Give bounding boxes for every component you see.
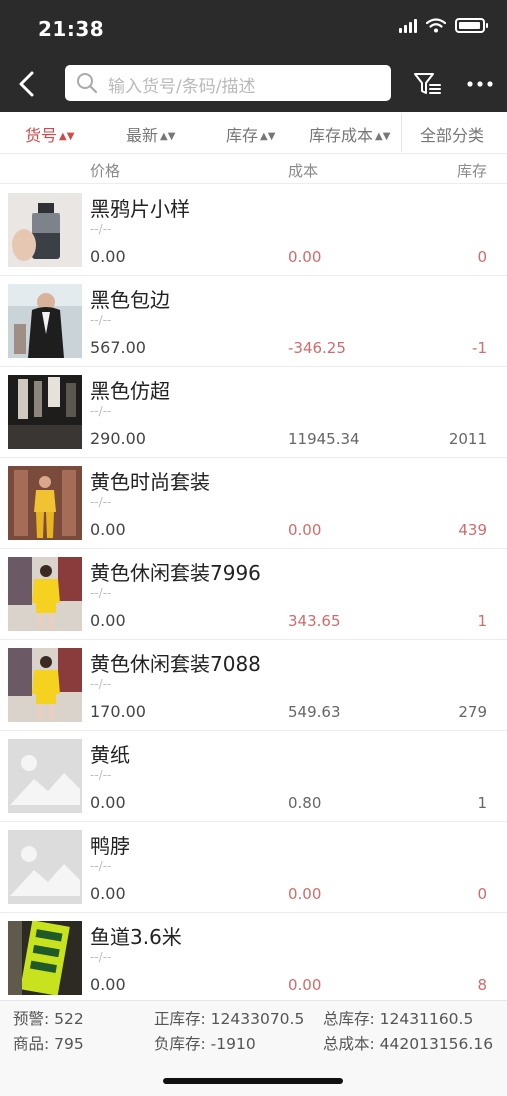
product-stock: -1 bbox=[472, 339, 487, 357]
more-icon[interactable] bbox=[463, 68, 497, 100]
product-price: 290.00 bbox=[90, 429, 146, 448]
filter-icon[interactable] bbox=[412, 68, 444, 100]
product-stock: 1 bbox=[477, 612, 487, 630]
product-spec: --/-- bbox=[90, 768, 112, 782]
nav-bar: 输入货号/条码/描述 bbox=[0, 56, 507, 112]
column-cost: 成本 bbox=[288, 162, 319, 180]
product-thumbnail bbox=[8, 648, 82, 722]
product-spec: --/-- bbox=[90, 950, 112, 964]
product-price: 0.00 bbox=[90, 520, 126, 539]
product-name: 黄色时尚套装 bbox=[90, 470, 210, 494]
status-bar: 21:38 bbox=[0, 0, 507, 56]
positive-stock: 正库存: 12433070.5 bbox=[154, 1010, 305, 1028]
product-spec: --/-- bbox=[90, 586, 112, 600]
search-placeholder: 输入货号/条码/描述 bbox=[108, 77, 256, 97]
product-list: 黑鸦片小样 --/-- 0.00 0.00 0 黑色包边 --/-- 567.00 -346.2… bbox=[0, 185, 507, 1004]
total-stock: 总库存: 12431160.5 bbox=[323, 1010, 474, 1028]
category-dropdown[interactable]: 全部分类 bbox=[420, 122, 484, 146]
sort-tab-stock[interactable]: 库存 ▲▼ bbox=[226, 122, 275, 146]
goods-count: 商品: 795 bbox=[13, 1035, 84, 1053]
product-row[interactable]: 黑色仿超 --/-- 290.00 11945.34 2011 bbox=[0, 367, 507, 458]
product-spec: --/-- bbox=[90, 313, 112, 327]
clock: 21:38 bbox=[38, 17, 105, 41]
product-spec: --/-- bbox=[90, 495, 112, 509]
product-cost: 0.00 bbox=[288, 248, 322, 266]
product-thumbnail bbox=[8, 921, 82, 995]
product-cost: 11945.34 bbox=[288, 430, 360, 448]
product-row[interactable]: 黄色时尚套装 --/-- 0.00 0.00 439 bbox=[0, 458, 507, 549]
product-stock: 1 bbox=[477, 794, 487, 812]
sort-bar: 货号 ▲▼ 最新 ▲▼ 库存 ▲▼ 库存成本 ▲▼ 全部分类 bbox=[0, 112, 507, 154]
product-spec: --/-- bbox=[90, 859, 112, 873]
product-stock: 279 bbox=[458, 703, 487, 721]
total-cost: 总成本: 442013156.16 bbox=[323, 1035, 494, 1053]
product-stock: 439 bbox=[458, 521, 487, 539]
sort-arrows-icon: ▲▼ bbox=[260, 131, 276, 142]
product-row[interactable]: 黄色休闲套装7996 --/-- 0.00 343.65 1 bbox=[0, 549, 507, 640]
product-name: 黑色仿超 bbox=[90, 379, 170, 403]
product-cost: 549.63 bbox=[288, 703, 341, 721]
product-name: 黄色休闲套装7088 bbox=[90, 652, 261, 676]
product-name: 鱼道3.6米 bbox=[90, 925, 182, 949]
product-stock: 0 bbox=[477, 885, 487, 903]
sort-tab-stock-cost[interactable]: 库存成本 ▲▼ bbox=[309, 122, 390, 146]
product-row[interactable]: 黄纸 --/-- 0.00 0.80 1 bbox=[0, 731, 507, 822]
product-stock: 8 bbox=[477, 976, 487, 994]
product-thumbnail bbox=[8, 739, 82, 813]
product-price: 0.00 bbox=[90, 247, 126, 266]
sort-arrows-icon: ▲▼ bbox=[375, 131, 391, 142]
product-name: 黄纸 bbox=[90, 743, 130, 767]
product-cost: 343.65 bbox=[288, 612, 341, 630]
home-indicator bbox=[163, 1078, 343, 1084]
product-thumbnail bbox=[8, 284, 82, 358]
back-arrow-icon[interactable] bbox=[12, 68, 44, 100]
product-cost: 0.80 bbox=[288, 794, 322, 812]
divider bbox=[401, 114, 402, 152]
product-row[interactable]: 鸭脖 --/-- 0.00 0.00 0 bbox=[0, 822, 507, 913]
sort-arrows-icon: ▲▼ bbox=[59, 131, 75, 142]
column-stock: 库存 bbox=[456, 162, 487, 180]
product-cost: 0.00 bbox=[288, 885, 322, 903]
sort-arrows-icon: ▲▼ bbox=[160, 131, 176, 142]
product-stock: 2011 bbox=[448, 430, 487, 448]
product-row[interactable]: 黑鸦片小样 --/-- 0.00 0.00 0 bbox=[0, 185, 507, 276]
product-spec: --/-- bbox=[90, 404, 112, 418]
product-price: 0.00 bbox=[90, 975, 126, 994]
product-price: 0.00 bbox=[90, 793, 126, 812]
warning-count: 预警: 522 bbox=[13, 1010, 84, 1028]
product-stock: 0 bbox=[477, 248, 487, 266]
product-name: 黑色包边 bbox=[90, 288, 170, 312]
product-thumbnail bbox=[8, 375, 82, 449]
product-thumbnail bbox=[8, 193, 82, 267]
product-price: 0.00 bbox=[90, 884, 126, 903]
column-price: 价格 bbox=[90, 162, 121, 180]
product-row[interactable]: 鱼道3.6米 --/-- 0.00 0.00 8 bbox=[0, 913, 507, 1004]
search-input[interactable]: 输入货号/条码/描述 bbox=[65, 65, 391, 101]
product-cost: -346.25 bbox=[288, 339, 346, 357]
product-spec: --/-- bbox=[90, 677, 112, 691]
product-cost: 0.00 bbox=[288, 521, 322, 539]
product-name: 黄色休闲套装7996 bbox=[90, 561, 261, 585]
column-header: 价格 成本 库存 bbox=[0, 154, 507, 184]
product-price: 0.00 bbox=[90, 611, 126, 630]
product-spec: --/-- bbox=[90, 222, 112, 236]
product-name: 黑鸦片小样 bbox=[90, 197, 190, 221]
wifi-icon bbox=[426, 18, 446, 33]
signal-icon bbox=[399, 18, 417, 33]
product-price: 170.00 bbox=[90, 702, 146, 721]
product-thumbnail bbox=[8, 466, 82, 540]
product-row[interactable]: 黑色包边 --/-- 567.00 -346.25 -1 bbox=[0, 276, 507, 367]
status-icons bbox=[399, 18, 488, 33]
sort-tab-item-number[interactable]: 货号 ▲▼ bbox=[25, 122, 74, 146]
product-thumbnail bbox=[8, 557, 82, 631]
product-price: 567.00 bbox=[90, 338, 146, 357]
product-name: 鸭脖 bbox=[90, 834, 130, 858]
negative-stock: 负库存: -1910 bbox=[154, 1035, 256, 1053]
product-row[interactable]: 黄色休闲套装7088 --/-- 170.00 549.63 279 bbox=[0, 640, 507, 731]
sort-tab-newest[interactable]: 最新 ▲▼ bbox=[126, 122, 175, 146]
search-icon bbox=[77, 73, 98, 94]
product-cost: 0.00 bbox=[288, 976, 322, 994]
battery-icon bbox=[455, 18, 488, 33]
product-thumbnail bbox=[8, 830, 82, 904]
